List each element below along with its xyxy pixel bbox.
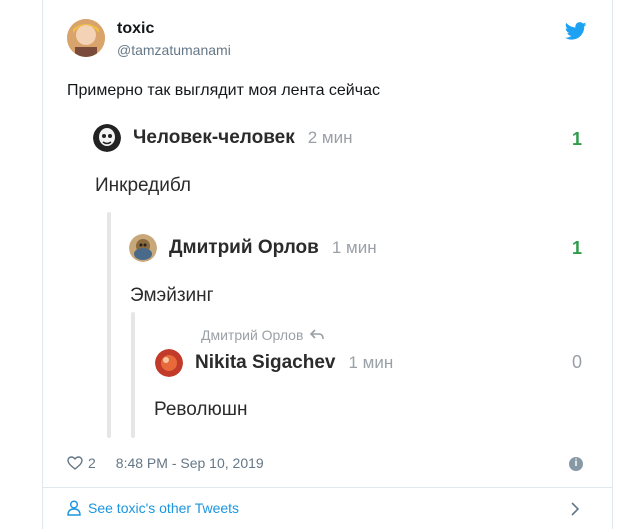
comment-score: 1 — [572, 129, 583, 149]
person-icon — [67, 500, 81, 516]
divider — [43, 487, 612, 488]
embedded-image[interactable]: Человек-человек 2 мин 1 Инкредибл Дмитри… — [67, 112, 587, 447]
comment-score: 1 — [572, 238, 583, 258]
tweet-card: toxic @tamzatumanami Примерно так выгляд… — [42, 0, 613, 529]
reply-to-name: Дмитрий Орлов — [201, 327, 304, 343]
tweet-footer: 2 8:48 PM - Sep 10, 2019 — [67, 455, 264, 471]
comment-time: 2 мин — [307, 128, 353, 147]
comment-avatar — [129, 234, 157, 262]
comment-time: 1 мин — [331, 238, 377, 257]
thread-line — [131, 312, 135, 438]
like-count[interactable]: 2 — [88, 455, 96, 471]
comment-header: Nikita Sigachev 1 мин — [155, 349, 393, 377]
comment-author: Nikita Sigachev — [195, 352, 336, 373]
comment-time: 1 мин — [348, 353, 394, 372]
thread-line — [107, 212, 111, 438]
info-icon[interactable]: i — [569, 457, 583, 471]
comment-header: Дмитрий Орлов 1 мин — [129, 234, 377, 262]
chevron-right-icon[interactable] — [570, 502, 580, 516]
comment-author: Человек-человек — [133, 127, 295, 148]
author-name[interactable]: toxic — [117, 20, 154, 38]
reply-arrow-icon — [310, 329, 325, 340]
see-other-tweets-label[interactable]: See toxic's other Tweets — [88, 500, 239, 516]
tweet-text: Примерно так выглядит моя лента сейчас — [67, 82, 380, 99]
twitter-bird-icon[interactable] — [565, 22, 587, 40]
comment-text: Эмэйзинг — [130, 285, 214, 306]
reply-to-label: Дмитрий Орлов — [201, 327, 325, 343]
heart-icon[interactable] — [67, 456, 83, 470]
comment-author: Дмитрий Орлов — [169, 237, 319, 258]
comment-text: Революшн — [154, 399, 248, 420]
comment-header: Человек-человек 2 мин — [93, 124, 352, 152]
comment-text: Инкредибл — [95, 175, 191, 196]
author-handle[interactable]: @tamzatumanami — [117, 42, 231, 58]
author-avatar[interactable] — [67, 19, 105, 57]
comment-avatar — [155, 349, 183, 377]
comment-avatar — [93, 124, 121, 152]
tweet-timestamp[interactable]: 8:48 PM - Sep 10, 2019 — [116, 455, 264, 471]
see-other-tweets-link[interactable]: See toxic's other Tweets — [67, 500, 239, 516]
comment-score: 0 — [572, 352, 583, 372]
